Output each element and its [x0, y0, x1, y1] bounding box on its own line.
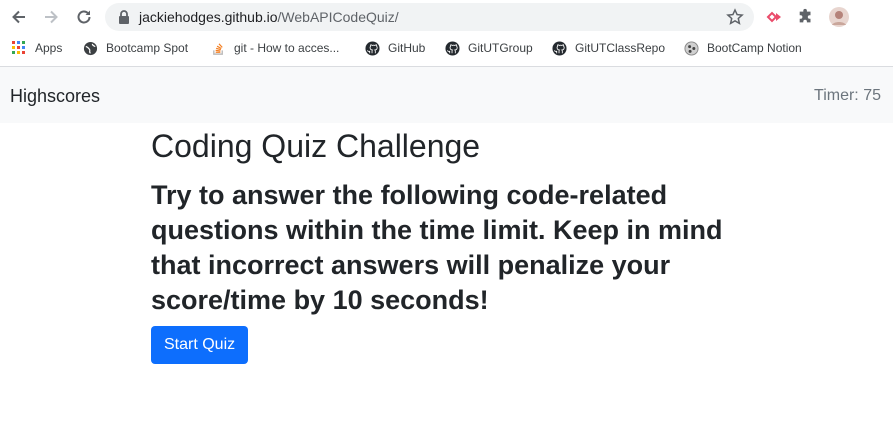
url-host: jackiehodges.github.io — [139, 9, 278, 25]
bookmark-gitutgroup[interactable]: GitUTGroup — [444, 39, 533, 57]
site-header: Highscores Timer: 75 — [0, 67, 893, 123]
globe-icon — [82, 40, 98, 56]
reload-button[interactable] — [72, 5, 96, 29]
extensions-menu-button[interactable] — [795, 6, 817, 28]
bookmark-apps[interactable]: Apps — [11, 39, 62, 57]
arrow-left-icon — [12, 10, 25, 24]
page-title: Coding Quiz Challenge — [151, 128, 481, 164]
bookmark-label: Apps — [35, 41, 63, 55]
star-icon[interactable] — [726, 8, 744, 26]
profile-button[interactable] — [828, 6, 850, 28]
arrow-right-icon — [45, 10, 58, 24]
github-icon — [551, 40, 567, 56]
bookmark-bootcamp-notion[interactable]: BootCamp Notion — [683, 39, 802, 57]
bookmark-bootcamp-spot[interactable]: Bootcamp Spot — [82, 39, 188, 57]
avatar — [829, 7, 849, 27]
extension-button[interactable] — [763, 6, 785, 28]
lock-icon — [119, 10, 129, 24]
start-quiz-button[interactable]: Start Quiz — [151, 326, 249, 364]
bookmark-github[interactable]: GitHub — [364, 39, 425, 57]
back-button[interactable] — [7, 5, 31, 29]
bookmark-git-how-to-access[interactable]: git - How to acces... — [210, 39, 339, 57]
notion-icon — [683, 40, 699, 56]
reload-icon — [77, 10, 91, 24]
timer-display: Timer: 75 — [814, 87, 881, 104]
puzzle-icon — [799, 8, 811, 23]
address-bar[interactable]: jackiehodges.github.io/WebAPICodeQuiz/ — [105, 3, 754, 31]
bookmark-label: git - How to acces... — [234, 41, 340, 55]
bookmark-label: GitHub — [388, 41, 426, 55]
bookmarks-bar: Apps Bootcamp Spot git - How to acces...… — [0, 34, 893, 62]
url-path: /WebAPICodeQuiz/ — [277, 9, 399, 25]
url-text: jackiehodges.github.io/WebAPICodeQuiz/ — [139, 9, 399, 25]
github-icon — [444, 40, 460, 56]
bookmark-label: BootCamp Notion — [707, 41, 802, 55]
bookmark-label: Bootcamp Spot — [106, 41, 189, 55]
screencast-extension-icon — [766, 11, 781, 23]
forward-button[interactable] — [39, 5, 63, 29]
apps-grid-icon — [11, 40, 27, 56]
bookmark-label: GitUTGroup — [468, 41, 533, 55]
highscores-link[interactable]: Highscores — [10, 86, 100, 106]
instructions-text: Try to answer the following code-related… — [151, 180, 723, 315]
bookmark-gitutclassrepo[interactable]: GitUTClassRepo — [551, 39, 665, 57]
quiz-intro: Coding Quiz Challenge Try to answer the … — [151, 124, 751, 364]
browser-toolbar: jackiehodges.github.io/WebAPICodeQuiz/ — [0, 0, 893, 34]
stackoverflow-icon — [210, 40, 226, 56]
bookmark-label: GitUTClassRepo — [575, 41, 666, 55]
github-icon — [364, 40, 380, 56]
